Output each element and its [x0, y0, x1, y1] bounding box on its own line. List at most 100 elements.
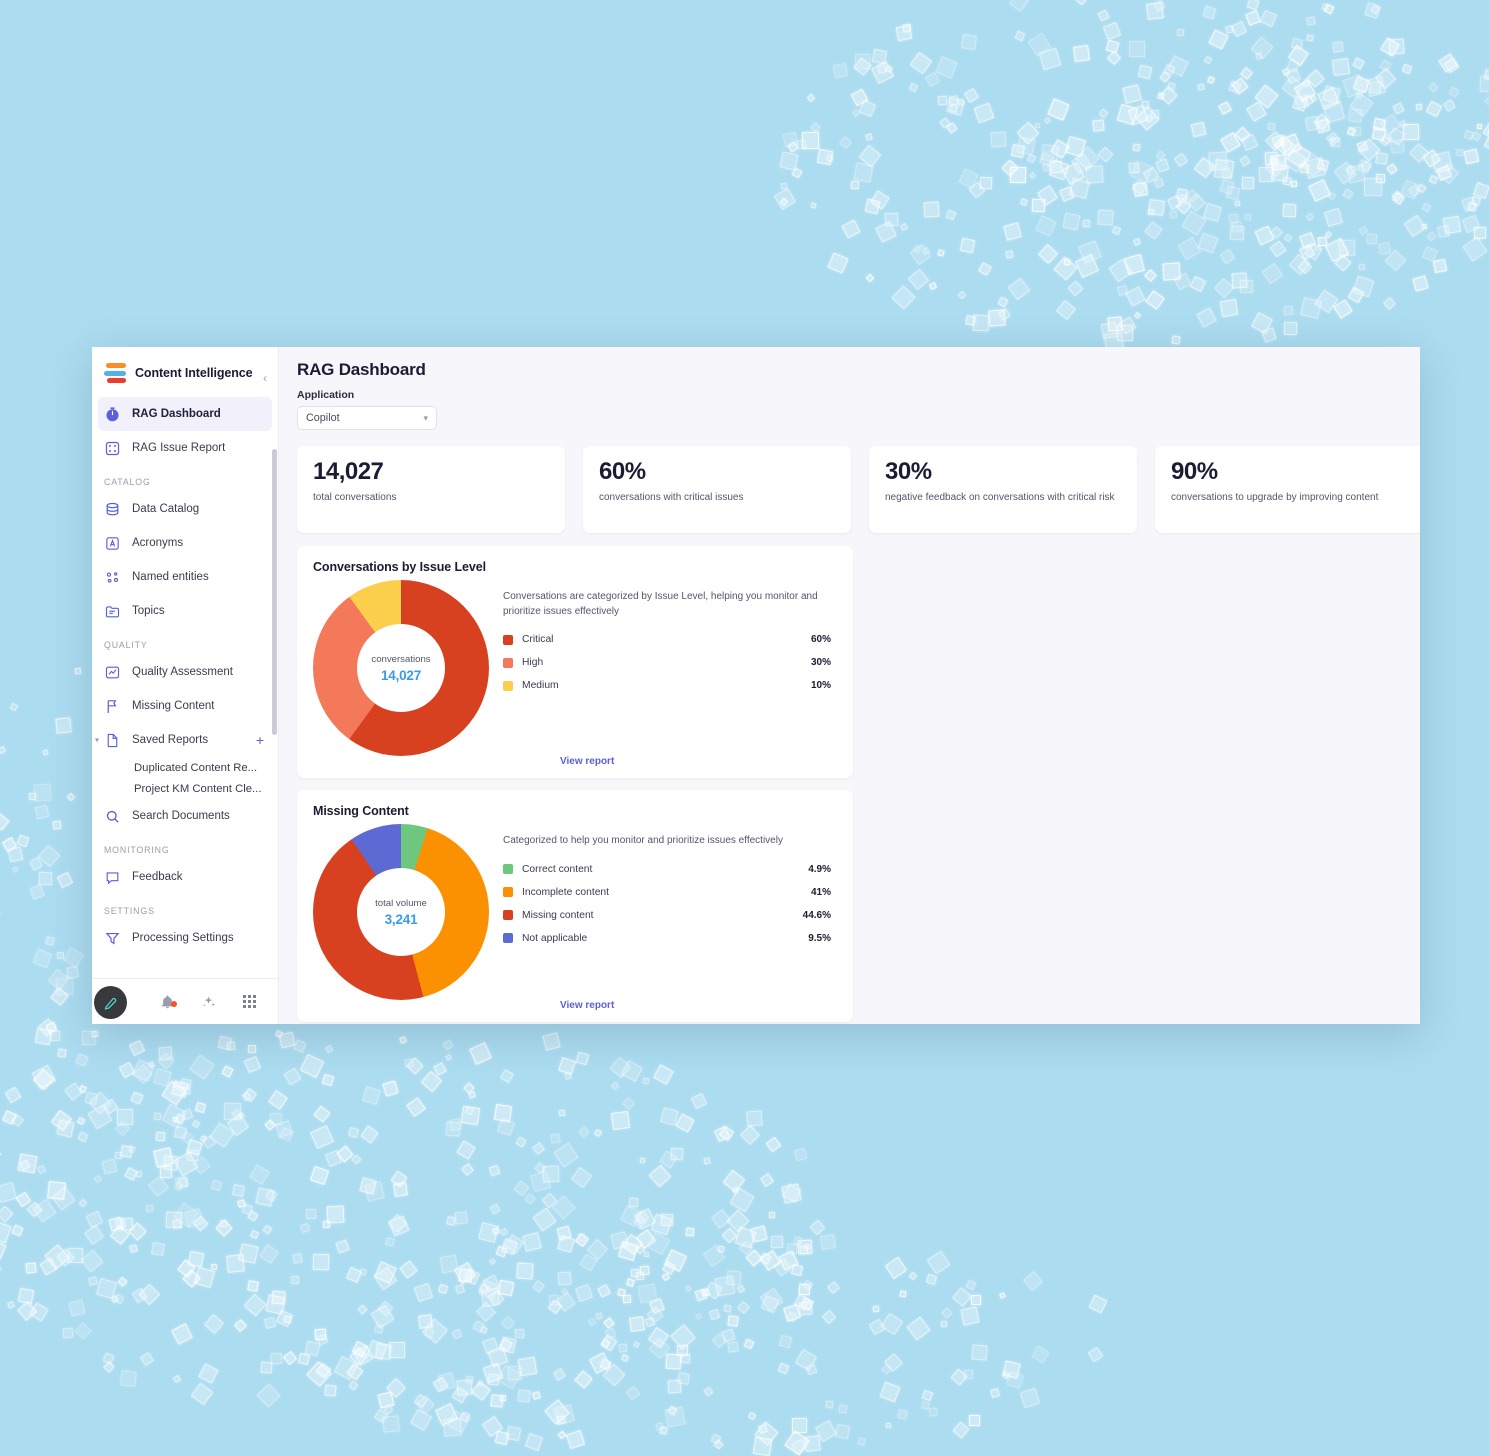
entities-nodes-icon: [104, 569, 121, 586]
legend-swatch: [503, 864, 513, 874]
chart-subtitle: Conversations are categorized by Issue L…: [503, 591, 818, 617]
sidebar-item-label: Processing Settings: [132, 932, 234, 944]
kpi-card: 14,027 total conversations: [297, 446, 565, 533]
sidebar-item-rag-dashboard[interactable]: RAG Dashboard: [98, 397, 272, 431]
sidebar-item-missing-content[interactable]: Missing Content: [92, 689, 278, 723]
topics-list-icon: [104, 603, 121, 620]
view-report-link[interactable]: View report: [560, 1000, 614, 1011]
chevron-down-icon[interactable]: ▾: [95, 736, 99, 745]
legend-row: High 30%: [503, 651, 837, 674]
sidebar-item-label: Feedback: [132, 871, 183, 883]
kpi-card: 60% conversations with critical issues: [583, 446, 851, 533]
kpi-label: conversations to upgrade by improving co…: [1171, 492, 1379, 504]
application-filter-label: Application: [297, 389, 355, 401]
sidebar: Content Intelligence ‹ RAG Dashboard RAG …: [92, 347, 279, 1024]
sidebar-item-data-catalog[interactable]: Data Catalog: [92, 492, 278, 526]
legend-value: 60%: [810, 634, 831, 645]
page-title: RAG Dashboard: [297, 360, 426, 379]
brand-name: Content Intelligence: [135, 366, 253, 380]
application-select[interactable]: Copilot ▾: [297, 406, 437, 430]
sidebar-section-title: QUALITY: [104, 640, 148, 650]
chart-subtitle: Categorized to help you monitor and prio…: [503, 835, 783, 846]
flag-icon: [104, 698, 121, 715]
sidebar-item-quality-assessment[interactable]: Quality Assessment: [92, 655, 278, 689]
legend-row: Critical 60%: [503, 628, 837, 651]
sidebar-item-label: Saved Reports: [132, 734, 209, 746]
funnel-icon: [104, 930, 121, 947]
donut-center: conversations 14,027: [357, 624, 445, 712]
kpi-card: 30% negative feedback on conversations wi…: [869, 446, 1137, 533]
legend-swatch: [503, 634, 513, 645]
legend-value: 9.5%: [808, 932, 831, 944]
database-icon: [104, 501, 121, 518]
sidebar-item-label: Topics: [132, 605, 165, 617]
sidebar-item-label: Quality Assessment: [132, 666, 233, 678]
app-window: Content Intelligence ‹ RAG Dashboard RAG …: [92, 347, 1420, 1024]
sidebar-item-topics[interactable]: Topics: [92, 594, 278, 628]
chevron-down-icon: ▾: [423, 412, 428, 423]
sidebar-item-processing-settings[interactable]: Processing Settings: [92, 921, 278, 955]
kpi-label: total conversations: [313, 492, 397, 504]
sidebar-item-label: Search Documents: [132, 810, 230, 822]
legend-swatch: [503, 887, 513, 897]
apps-grid-icon[interactable]: [229, 995, 270, 1008]
legend-label: High: [522, 657, 544, 668]
sidebar-item-label: Data Catalog: [132, 503, 200, 515]
legend-swatch: [503, 910, 513, 920]
letter-a-box-icon: [104, 535, 121, 552]
legend-swatch: [503, 657, 513, 668]
legend-value: 41%: [810, 886, 831, 898]
legend-label: Critical: [522, 634, 554, 645]
sidebar-item-named-entities[interactable]: Named entities: [92, 560, 278, 594]
legend-label: Correct content: [522, 863, 593, 875]
avatar[interactable]: [94, 986, 127, 1019]
kpi-label: negative feedback on conversations with …: [885, 492, 1115, 504]
chart-card: Missing Content total volume 3,241 Categori…: [297, 790, 853, 1022]
legend-label: Not applicable: [522, 932, 588, 944]
legend-row: Missing content 44.6%: [503, 904, 837, 927]
donut-center-value: 3,241: [384, 911, 418, 927]
legend-row: Not applicable 9.5%: [503, 927, 837, 950]
view-report-link[interactable]: View report: [560, 756, 614, 767]
chart-legend: Categorized to help you monitor and prio…: [503, 822, 837, 950]
legend-value: 44.6%: [802, 909, 831, 921]
sidebar-item-label: Named entities: [132, 571, 209, 583]
donut-center: total volume 3,241: [357, 868, 445, 956]
chart-cards-grid: Conversations by Issue Level conversation…: [279, 533, 1420, 1024]
donut-center-label: total volume: [375, 897, 427, 909]
sidebar-item-label: RAG Dashboard: [132, 408, 221, 420]
chevron-left-icon[interactable]: ‹: [258, 371, 272, 385]
notification-badge: [170, 1000, 177, 1007]
chart-title: Missing Content: [313, 804, 409, 818]
kpi-value: 90%: [1171, 458, 1218, 485]
sidebar-item-feedback[interactable]: Feedback: [92, 860, 278, 894]
main-content: RAG Dashboard Application Copilot ▾ 14,0…: [279, 347, 1420, 1024]
sidebar-nav: RAG Dashboard RAG Issue Report CATALOG Data…: [92, 397, 278, 978]
legend-value: 10%: [810, 680, 831, 691]
add-report-button[interactable]: +: [256, 733, 268, 747]
sidebar-item-search-documents[interactable]: Search Documents: [92, 799, 278, 833]
stacked-bars-logo: [104, 363, 126, 383]
saved-report-item[interactable]: Project KM Content Cle...: [92, 778, 278, 799]
donut-center-value: 14,027: [380, 667, 422, 683]
saved-report-item[interactable]: Duplicated Content Re...: [92, 757, 278, 778]
document-icon: [104, 732, 121, 749]
sidebar-item-label: Missing Content: [132, 700, 215, 712]
legend-value: 4.9%: [808, 863, 831, 875]
sidebar-section-title: MONITORING: [104, 845, 170, 855]
sidebar-item-label: Acronyms: [132, 537, 184, 549]
sidebar-item-label: RAG Issue Report: [132, 442, 226, 454]
kpi-value: 30%: [885, 458, 932, 485]
sparkles-icon[interactable]: [188, 993, 229, 1010]
legend-row: Correct content 4.9%: [503, 858, 837, 881]
sidebar-item-rag-issue-report[interactable]: RAG Issue Report: [92, 431, 278, 465]
sidebar-footer: [92, 978, 278, 1024]
sidebar-item-saved-reports[interactable]: ▾ Saved Reports +: [92, 723, 278, 757]
speech-bubble-icon: [104, 869, 121, 886]
chart-legend: Conversations are categorized by Issue L…: [503, 578, 837, 697]
sidebar-section-title: CATALOG: [104, 477, 151, 487]
application-select-value: Copilot: [306, 412, 340, 424]
chart-title: Conversations by Issue Level: [313, 560, 486, 574]
sidebar-item-acronyms[interactable]: Acronyms: [92, 526, 278, 560]
bell-icon[interactable]: [147, 994, 188, 1010]
